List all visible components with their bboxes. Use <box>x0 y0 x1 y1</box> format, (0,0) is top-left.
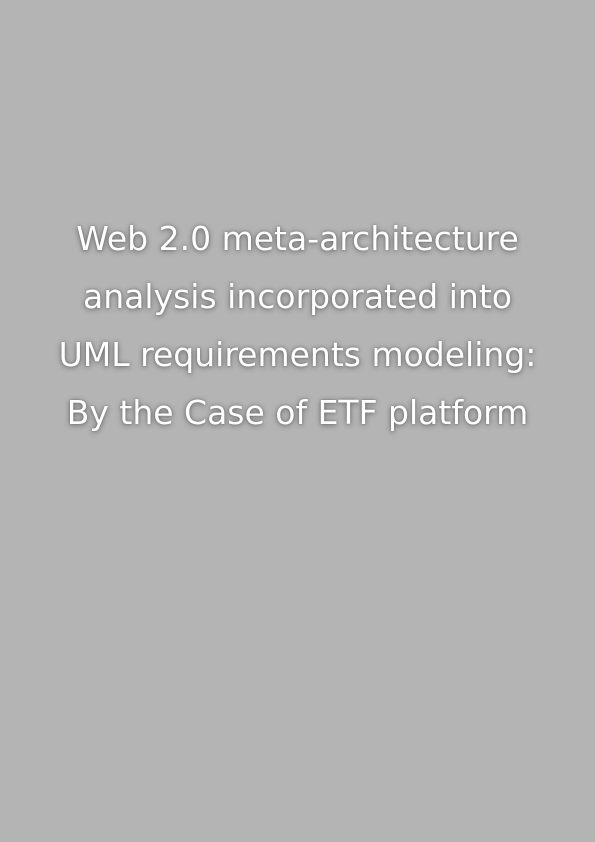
title-line-3: UML requirements modeling: <box>58 335 537 374</box>
cover-title: Web 2.0 meta-architecture analysis incor… <box>0 210 595 442</box>
cover-page: Web 2.0 meta-architecture analysis incor… <box>0 0 595 842</box>
title-line-4: By the Case of ETF platform <box>66 393 529 432</box>
title-line-2: analysis incorporated into <box>83 277 512 316</box>
title-line-1: Web 2.0 meta-architecture <box>76 219 519 258</box>
